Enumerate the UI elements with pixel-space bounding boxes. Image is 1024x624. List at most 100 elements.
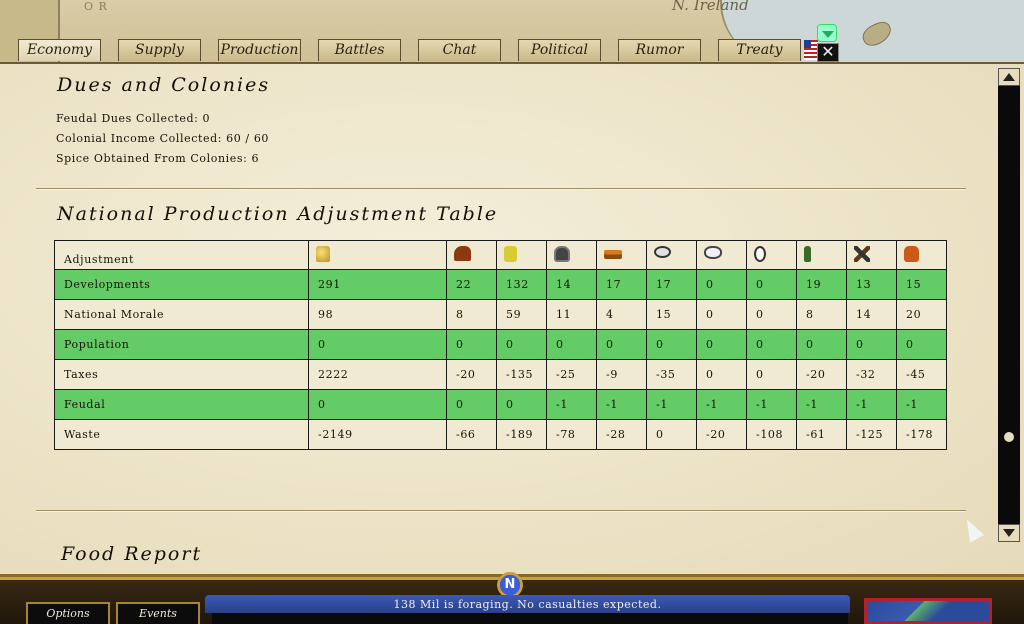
close-icon[interactable]: ✕ — [817, 43, 839, 62]
table-cell: 132 — [496, 269, 547, 300]
table-cell: -61 — [796, 419, 847, 450]
row-label: Feudal — [54, 389, 309, 420]
wine-icon — [804, 246, 811, 262]
iron-column-header — [546, 240, 597, 270]
report-scrollbar[interactable] — [998, 68, 1020, 542]
tab-political[interactable]: Political — [518, 39, 601, 61]
tab-supply[interactable]: Supply — [118, 39, 201, 61]
cotton-icon — [704, 246, 722, 259]
table-cell: -189 — [496, 419, 547, 450]
tab-economy[interactable]: Economy — [18, 39, 101, 61]
message-log-strip[interactable] — [212, 613, 848, 624]
feudal-dues-line: Feudal Dues Collected: 0 — [56, 112, 211, 125]
table-cell: -20 — [446, 359, 497, 390]
tab-chat[interactable]: Chat — [418, 39, 501, 61]
table-cell: -32 — [846, 359, 897, 390]
cloth-icon — [504, 246, 517, 262]
adjustment-table-heading: National Production Adjustment Table — [57, 203, 499, 225]
nation-flag-icon[interactable] — [804, 40, 818, 60]
tab-treaty[interactable]: Treaty — [718, 39, 801, 61]
table-cell: -25 — [546, 359, 597, 390]
table-cell: 0 — [646, 329, 697, 360]
table-cell: 0 — [646, 419, 697, 450]
table-cell: 0 — [746, 299, 797, 330]
table-cell: 0 — [446, 389, 497, 420]
tab-production[interactable]: Production — [218, 39, 301, 61]
arms-icon — [854, 246, 870, 262]
leather-icon — [904, 246, 919, 262]
table-cell: -108 — [746, 419, 797, 450]
horse-icon — [454, 246, 471, 261]
wool-column-header — [646, 240, 697, 270]
table-cell: 0 — [308, 329, 447, 360]
spice-obtained-line: Spice Obtained From Colonies: 6 — [56, 152, 260, 165]
table-cell: -1 — [646, 389, 697, 420]
table-cell: 0 — [696, 269, 747, 300]
row-label: Population — [54, 329, 309, 360]
table-row-taxes: Taxes 2222 -20 -135 -25 -9 -35 0 0 -20 -… — [54, 359, 947, 390]
section-divider — [36, 188, 966, 190]
table-cell: -78 — [546, 419, 597, 450]
table-cell: 59 — [496, 299, 547, 330]
tab-rumor[interactable]: Rumor — [618, 39, 701, 61]
scroll-up-arrow-icon[interactable] — [998, 68, 1020, 86]
table-cell: 0 — [696, 359, 747, 390]
gold-icon — [316, 246, 330, 262]
table-cell: -1 — [696, 389, 747, 420]
table-cell: -28 — [596, 419, 647, 450]
table-cell: -1 — [746, 389, 797, 420]
table-cell: 17 — [646, 269, 697, 300]
scroll-down-arrow-icon[interactable] — [998, 524, 1020, 542]
table-cell: 0 — [596, 329, 647, 360]
table-cell: 14 — [846, 299, 897, 330]
table-cell: -1 — [596, 389, 647, 420]
leather-column-header — [896, 240, 947, 270]
table-cell: 0 — [446, 329, 497, 360]
table-cell: -1 — [896, 389, 947, 420]
events-button[interactable]: Events — [116, 602, 200, 624]
table-cell: 11 — [546, 299, 597, 330]
timber-column-header — [596, 240, 647, 270]
table-cell: -178 — [896, 419, 947, 450]
table-cell: 0 — [696, 329, 747, 360]
table-cell: 0 — [846, 329, 897, 360]
adjustment-column-header: Adjustment — [54, 240, 309, 270]
table-cell: -1 — [546, 389, 597, 420]
table-cell: 19 — [796, 269, 847, 300]
table-cell: 0 — [308, 389, 447, 420]
map-region-label: N. Ireland — [672, 0, 749, 14]
scroll-thumb[interactable] — [1004, 432, 1014, 442]
cotton-column-header — [696, 240, 747, 270]
table-cell: 15 — [646, 299, 697, 330]
row-label: Taxes — [54, 359, 309, 390]
tab-battles[interactable]: Battles — [318, 39, 401, 61]
table-cell: -1 — [846, 389, 897, 420]
table-cell: 8 — [446, 299, 497, 330]
table-cell: 8 — [796, 299, 847, 330]
wool-icon — [654, 246, 671, 258]
table-cell: 13 — [846, 269, 897, 300]
dues-heading: Dues and Colonies — [57, 74, 271, 96]
table-row-population: Population 0 0 0 0 0 0 0 0 0 0 0 — [54, 329, 947, 360]
spice-icon — [754, 246, 766, 262]
table-cell: -125 — [846, 419, 897, 450]
table-header-row: Adjustment — [54, 240, 947, 270]
table-cell: 0 — [696, 299, 747, 330]
cloth-column-header — [496, 240, 547, 270]
table-cell: 0 — [546, 329, 597, 360]
options-button[interactable]: Options — [26, 602, 110, 624]
table-cell: -2149 — [308, 419, 447, 450]
table-row-waste: Waste -2149 -66 -189 -78 -28 0 -20 -108 … — [54, 419, 947, 450]
table-cell: -9 — [596, 359, 647, 390]
expand-map-icon[interactable] — [817, 24, 837, 42]
minimap[interactable] — [864, 598, 992, 624]
production-adjustment-table: Adjustment Developments 291 22 132 14 17… — [54, 240, 947, 450]
table-cell: 0 — [746, 329, 797, 360]
table-row-national-morale: National Morale 98 8 59 11 4 15 0 0 8 14… — [54, 299, 947, 330]
table-cell: 0 — [746, 359, 797, 390]
table-cell: 291 — [308, 269, 447, 300]
table-cell: -1 — [796, 389, 847, 420]
status-message-banner: 138 Mil is foraging. No casualties expec… — [205, 595, 850, 613]
table-cell: 98 — [308, 299, 447, 330]
table-cell: 22 — [446, 269, 497, 300]
